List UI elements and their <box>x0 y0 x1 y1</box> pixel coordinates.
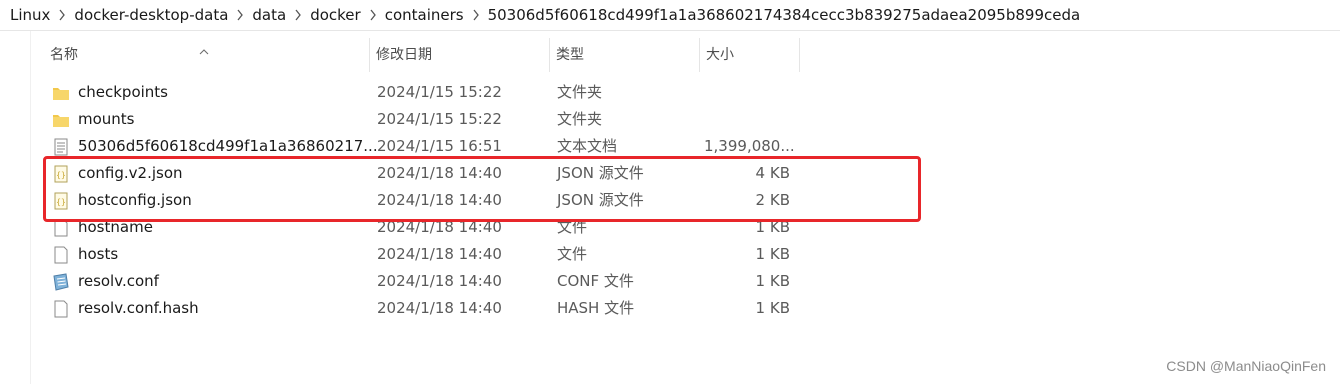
file-row[interactable]: resolv.conf.hash 2024/1/18 14:40 HASH 文件… <box>44 295 804 322</box>
file-name: mounts <box>78 110 135 128</box>
file-size: 1 KB <box>755 245 790 263</box>
navigation-pane-edge <box>0 31 31 384</box>
file-size: 1,399,080... <box>704 137 795 155</box>
file-explorer-window: Linux docker-desktop-data data docker co… <box>0 0 1340 384</box>
file-date: 2024/1/18 14:40 <box>377 272 502 290</box>
file-name: hostname <box>78 218 153 236</box>
chevron-right-icon[interactable] <box>464 7 488 23</box>
file-size: 2 KB <box>755 191 790 209</box>
file-date: 2024/1/18 14:40 <box>377 164 502 182</box>
file-name: resolv.conf <box>78 272 159 290</box>
file-row[interactable]: checkpoints 2024/1/15 15:22 文件夹 <box>44 79 804 106</box>
file-name: resolv.conf.hash <box>78 299 199 317</box>
file-type: 文件夹 <box>557 83 603 101</box>
file-type: 文件夹 <box>557 110 603 128</box>
text-document-icon <box>52 138 70 156</box>
file-row[interactable]: hosts 2024/1/18 14:40 文件 1 KB <box>44 241 804 268</box>
file-list: checkpoints 2024/1/15 15:22 文件夹 mounts 2… <box>44 79 804 322</box>
file-size: 4 KB <box>755 164 790 182</box>
breadcrumb-item-data[interactable]: data <box>252 6 286 24</box>
json-file-icon: {} <box>52 165 70 183</box>
svg-text:{}: {} <box>56 171 66 180</box>
file-date: 2024/1/18 14:40 <box>377 245 502 263</box>
breadcrumb-item-linux[interactable]: Linux <box>10 6 50 24</box>
file-icon <box>52 246 70 264</box>
file-name: config.v2.json <box>78 164 183 182</box>
file-size: 1 KB <box>755 299 790 317</box>
json-file-icon: {} <box>52 192 70 210</box>
file-size: 1 KB <box>755 218 790 236</box>
folder-icon <box>52 84 70 102</box>
chevron-right-icon[interactable] <box>286 7 310 23</box>
column-header-size[interactable]: 大小 <box>700 38 800 72</box>
column-header-date[interactable]: 修改日期 <box>370 38 550 72</box>
file-type: JSON 源文件 <box>557 191 644 209</box>
file-name: 50306d5f60618cd499f1a1a36860217... <box>78 137 378 155</box>
breadcrumb-item-container-id[interactable]: 50306d5f60618cd499f1a1a368602174384cecc3… <box>488 6 1081 24</box>
column-header-name[interactable]: 名称 <box>44 38 370 72</box>
file-date: 2024/1/18 14:40 <box>377 191 502 209</box>
file-type: 文件 <box>557 218 588 236</box>
breadcrumb-item-docker-desktop-data[interactable]: docker-desktop-data <box>74 6 228 24</box>
breadcrumb: Linux docker-desktop-data data docker co… <box>0 0 1340 31</box>
file-name: hosts <box>78 245 119 263</box>
file-row[interactable]: hostname 2024/1/18 14:40 文件 1 KB <box>44 214 804 241</box>
file-date: 2024/1/15 15:22 <box>377 110 502 128</box>
file-type: CONF 文件 <box>557 272 634 290</box>
file-icon <box>52 219 70 237</box>
chevron-right-icon[interactable] <box>50 7 74 23</box>
column-header-type[interactable]: 类型 <box>550 38 700 72</box>
file-date: 2024/1/18 14:40 <box>377 299 502 317</box>
file-row[interactable]: resolv.conf 2024/1/18 14:40 CONF 文件 1 KB <box>44 268 804 295</box>
file-row[interactable]: {} config.v2.json 2024/1/18 14:40 JSON 源… <box>44 160 804 187</box>
file-row[interactable]: 50306d5f60618cd499f1a1a36860217... 2024/… <box>44 133 804 160</box>
svg-text:{}: {} <box>56 198 66 207</box>
file-type: 文本文档 <box>557 137 618 155</box>
file-row[interactable]: {} hostconfig.json 2024/1/18 14:40 JSON … <box>44 187 804 214</box>
breadcrumb-item-containers[interactable]: containers <box>385 6 464 24</box>
watermark: CSDN @ManNiaoQinFen <box>1166 358 1326 374</box>
file-type: JSON 源文件 <box>557 164 644 182</box>
sort-ascending-icon <box>199 35 209 69</box>
file-type: HASH 文件 <box>557 299 635 317</box>
file-date: 2024/1/15 15:22 <box>377 83 502 101</box>
file-name: checkpoints <box>78 83 168 101</box>
file-date: 2024/1/18 14:40 <box>377 218 502 236</box>
file-size: 1 KB <box>755 272 790 290</box>
file-icon <box>52 300 70 318</box>
file-row[interactable]: mounts 2024/1/15 15:22 文件夹 <box>44 106 804 133</box>
column-header: 名称 修改日期 类型 大小 <box>44 38 804 72</box>
chevron-right-icon[interactable] <box>361 7 385 23</box>
conf-file-icon <box>52 273 70 291</box>
file-type: 文件 <box>557 245 588 263</box>
breadcrumb-item-docker[interactable]: docker <box>310 6 361 24</box>
chevron-right-icon[interactable] <box>228 7 252 23</box>
file-name: hostconfig.json <box>78 191 192 209</box>
file-date: 2024/1/15 16:51 <box>377 137 502 155</box>
folder-icon <box>52 111 70 129</box>
